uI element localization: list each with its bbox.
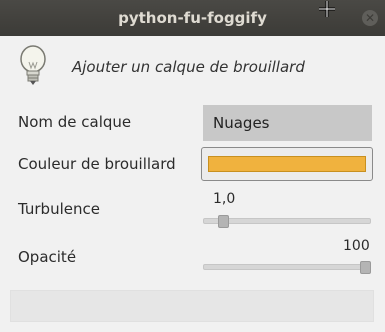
opacity-label: Opacité	[18, 248, 77, 266]
fog-color-button[interactable]	[201, 147, 373, 181]
layer-name-input[interactable]: Nuages	[203, 105, 372, 141]
dialog-description: Ajouter un calque de brouillard	[72, 58, 305, 76]
progress-bar	[10, 290, 374, 322]
turbulence-label: Turbulence	[18, 200, 100, 218]
opacity-value: 100	[343, 238, 370, 254]
close-button[interactable]: ✕	[362, 10, 378, 26]
layer-name-label: Nom de calque	[18, 113, 132, 131]
lightbulb-icon	[20, 45, 46, 85]
fog-color-swatch	[208, 156, 366, 172]
turbulence-value: 1,0	[213, 191, 236, 207]
window-title: python-fu-foggify	[118, 9, 267, 27]
opacity-slider-handle[interactable]	[360, 261, 371, 274]
fog-color-label: Couleur de brouillard	[18, 155, 176, 173]
turbulence-slider-handle[interactable]	[217, 215, 229, 228]
close-icon: ✕	[364, 11, 376, 25]
opacity-slider[interactable]	[203, 264, 371, 270]
mouse-cursor-icon	[319, 1, 335, 17]
